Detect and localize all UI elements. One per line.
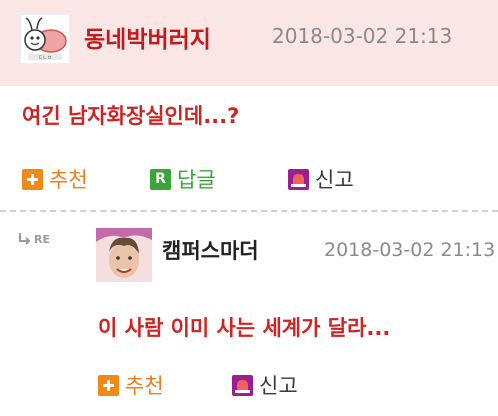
reply-report-label: 신고 — [259, 374, 298, 398]
reply-arrow-icon — [19, 233, 31, 245]
comment-divider — [0, 210, 498, 212]
reply-report-button[interactable]: 신고 — [232, 370, 298, 400]
siren-icon — [232, 374, 253, 396]
reply-recommend-button[interactable]: 추천 — [98, 370, 164, 400]
svg-text:ㄷㄴㅂ: ㄷㄴㅂ — [38, 55, 52, 61]
reply-indicator-label: RE — [34, 232, 50, 246]
recommend-button[interactable]: 추천 — [22, 164, 88, 194]
reply-text: 이 사람 이미 사는 세계가 달라... — [98, 316, 391, 340]
report-label: 신고 — [315, 168, 354, 192]
plus-icon — [22, 168, 43, 190]
reply-r-icon: R — [150, 168, 171, 190]
reply-recommend-label: 추천 — [125, 374, 164, 398]
comment-timestamp: 2018-03-02 21:13 — [272, 24, 453, 48]
avatar-bug-icon[interactable]: ㄷㄴㅂ — [20, 14, 70, 64]
reply-indicator: RE — [18, 232, 50, 246]
reply-button[interactable]: R 답글 — [150, 164, 216, 194]
plus-icon — [98, 374, 119, 396]
comment-author-name[interactable]: 동네박버러지 — [84, 20, 211, 54]
comment-text: 여긴 남자화장실인데...? — [22, 104, 240, 128]
reply-timestamp: 2018-03-02 21:13 — [324, 239, 496, 261]
reply-label: 답글 — [177, 168, 216, 192]
reply-author-name[interactable]: 캠퍼스마더 — [162, 235, 259, 265]
siren-icon — [288, 168, 309, 190]
report-button[interactable]: 신고 — [288, 164, 354, 194]
recommend-label: 추천 — [49, 168, 88, 192]
avatar-photo-icon[interactable] — [96, 228, 152, 282]
comment-header: ㄷㄴㅂ 동네박버러지 2018-03-02 21:13 — [0, 0, 498, 86]
